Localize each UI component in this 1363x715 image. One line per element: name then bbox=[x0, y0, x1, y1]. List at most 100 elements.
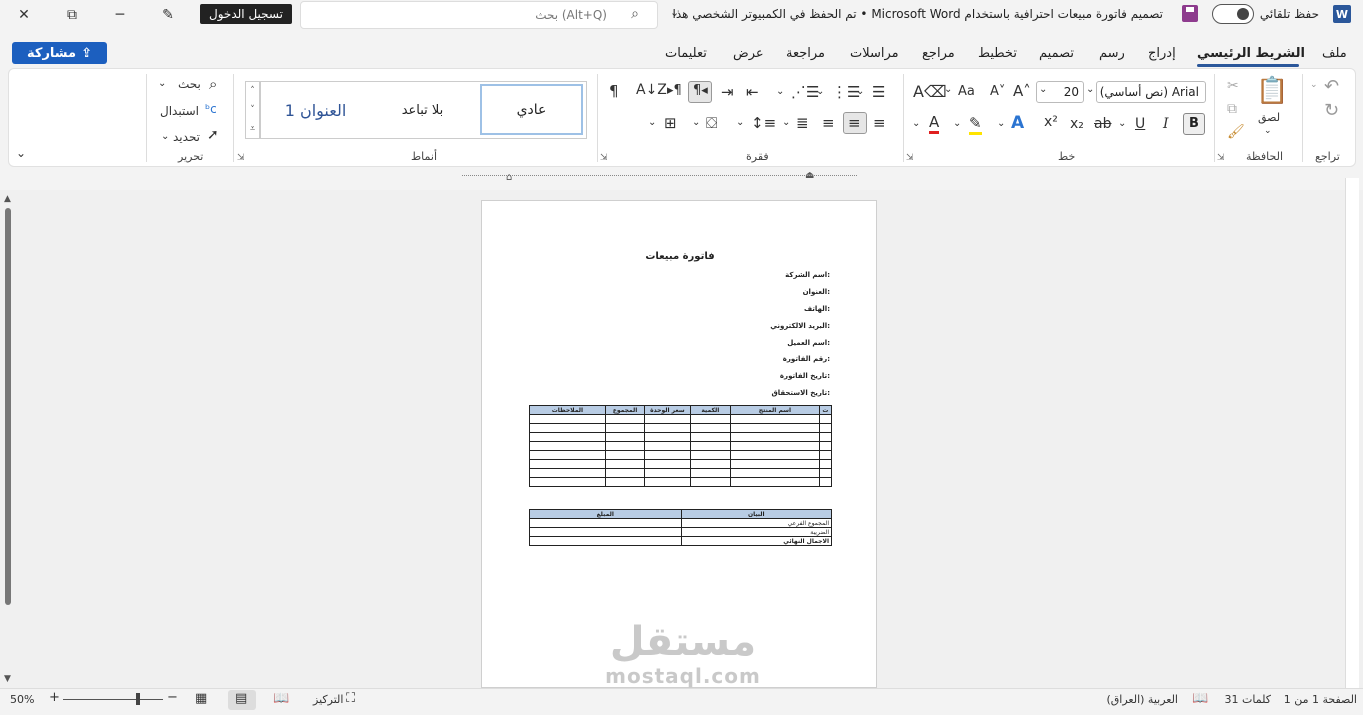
table-cell[interactable] bbox=[730, 423, 820, 433]
copy-icon[interactable]: ⧉ bbox=[1227, 101, 1237, 117]
underline-button[interactable]: U bbox=[1135, 116, 1145, 132]
focus-mode-button[interactable]: التركيز bbox=[313, 693, 343, 706]
table-cell[interactable] bbox=[730, 459, 820, 469]
summary-grand-total-value[interactable] bbox=[529, 536, 682, 546]
table-cell[interactable] bbox=[604, 477, 646, 487]
table-cell[interactable] bbox=[818, 414, 833, 424]
save-icon[interactable] bbox=[1182, 5, 1198, 22]
table-cell[interactable] bbox=[644, 432, 691, 442]
select-cursor-icon[interactable]: ➚ bbox=[207, 127, 219, 143]
ltr-direction-icon[interactable]: ▸¶ bbox=[667, 83, 682, 98]
show-formatting-icon[interactable]: ¶ bbox=[609, 82, 619, 100]
table-cell[interactable] bbox=[529, 450, 606, 460]
table-row[interactable] bbox=[529, 468, 833, 478]
tab-insert[interactable]: إدراج bbox=[1148, 46, 1176, 61]
share-button[interactable]: مشاركة ⇪ bbox=[12, 42, 107, 64]
tab-help[interactable]: تعليمات bbox=[665, 46, 707, 61]
tab-mailings[interactable]: مراسلات bbox=[850, 46, 899, 61]
table-cell[interactable] bbox=[604, 423, 646, 433]
chevron-down-icon[interactable]: ⌄ bbox=[997, 118, 1005, 129]
table-cell[interactable] bbox=[730, 468, 820, 478]
language-indicator[interactable]: العربية (العراق) bbox=[1106, 693, 1178, 706]
font-color-icon[interactable]: A bbox=[929, 113, 940, 134]
redo-icon[interactable]: ↻ bbox=[1324, 100, 1339, 121]
zoom-slider[interactable] bbox=[63, 699, 163, 700]
chevron-down-icon[interactable]: ˅ bbox=[246, 101, 259, 120]
select-button[interactable]: تحديد bbox=[173, 130, 200, 144]
table-row[interactable]: الاجمال النهائي bbox=[529, 536, 832, 546]
items-table-body[interactable] bbox=[529, 414, 833, 487]
font-name-combo[interactable]: Arial (نص أساسي) bbox=[1096, 81, 1206, 103]
proofing-icon[interactable]: 📖 bbox=[1192, 691, 1208, 706]
format-painter-icon[interactable]: 🖌 bbox=[1227, 124, 1245, 140]
chevron-down-icon[interactable]: ⌄ bbox=[953, 118, 961, 129]
table-cell[interactable] bbox=[529, 441, 606, 451]
pen-icon[interactable]: ✎ bbox=[156, 4, 180, 26]
scroll-up-icon[interactable]: ▲ bbox=[4, 194, 11, 204]
paste-label[interactable]: لصق bbox=[1258, 111, 1280, 124]
chevron-down-icon[interactable]: ⌄ bbox=[912, 118, 920, 129]
zoom-level[interactable]: 50% bbox=[10, 693, 34, 706]
chevron-up-icon[interactable]: ˄ bbox=[246, 82, 259, 101]
table-cell[interactable] bbox=[604, 432, 646, 442]
table-cell[interactable] bbox=[644, 468, 691, 478]
table-cell[interactable] bbox=[818, 468, 833, 478]
style-no-spacing[interactable]: بلا تباعد bbox=[370, 88, 475, 133]
table-row[interactable] bbox=[529, 423, 833, 433]
change-case-icon[interactable]: Aa bbox=[958, 84, 975, 99]
table-cell[interactable] bbox=[689, 468, 732, 478]
tab-draw[interactable]: رسم bbox=[1099, 46, 1125, 61]
chevron-down-icon[interactable]: ⌄ bbox=[1086, 84, 1094, 95]
chevron-down-icon[interactable]: ⌄ bbox=[161, 131, 169, 142]
chevron-down-icon[interactable]: ⌄ bbox=[1264, 126, 1272, 136]
increase-indent-icon[interactable]: ⇥ bbox=[721, 83, 734, 101]
table-cell[interactable] bbox=[604, 468, 646, 478]
tab-view[interactable]: عرض bbox=[733, 46, 764, 61]
paste-icon[interactable]: 📋 bbox=[1256, 76, 1288, 106]
sign-in-button[interactable]: تسجيل الدخول bbox=[200, 4, 292, 24]
bullets-icon[interactable]: ☰ bbox=[872, 83, 885, 101]
table-row[interactable] bbox=[529, 414, 833, 424]
vertical-scrollbar[interactable] bbox=[5, 208, 11, 605]
table-cell[interactable] bbox=[529, 414, 606, 424]
search-input[interactable]: بحث (Alt+Q) ⌕ bbox=[300, 1, 658, 29]
right-indent-marker-icon[interactable]: ⏏ bbox=[805, 170, 814, 181]
italic-button[interactable]: I bbox=[1163, 116, 1169, 132]
table-cell[interactable] bbox=[730, 477, 820, 487]
table-row[interactable] bbox=[529, 477, 833, 487]
table-cell[interactable] bbox=[730, 450, 820, 460]
clear-formatting-icon[interactable]: A⌫ bbox=[913, 82, 947, 101]
strikethrough-button[interactable]: ab bbox=[1094, 116, 1111, 132]
table-cell[interactable] bbox=[644, 414, 691, 424]
table-cell[interactable] bbox=[529, 468, 606, 478]
word-count[interactable]: 31 كلمات bbox=[1225, 693, 1271, 706]
table-row[interactable] bbox=[529, 450, 833, 460]
focus-icon[interactable]: ⛶ bbox=[346, 691, 355, 706]
decrease-indent-icon[interactable]: ⇤ bbox=[746, 83, 759, 101]
line-spacing-icon[interactable]: ↕≡ bbox=[751, 114, 776, 132]
grow-font-icon[interactable]: A˄ bbox=[1013, 82, 1031, 100]
scroll-down-icon[interactable]: ▼ bbox=[4, 674, 11, 684]
find-button[interactable]: بحث bbox=[178, 77, 201, 91]
table-row[interactable]: المجموع الفرعي bbox=[529, 518, 832, 528]
table-cell[interactable] bbox=[604, 441, 646, 451]
more-styles-icon[interactable]: ⩡ bbox=[246, 120, 259, 139]
find-icon[interactable]: ⌕ bbox=[209, 75, 217, 93]
align-left-icon[interactable]: ≡ bbox=[822, 114, 835, 132]
tab-home[interactable]: الشريط الرئيسي bbox=[1197, 46, 1305, 61]
chevron-down-icon[interactable]: ⌄ bbox=[648, 117, 656, 128]
table-cell[interactable] bbox=[730, 441, 820, 451]
table-cell[interactable] bbox=[818, 450, 833, 460]
multilevel-list-icon[interactable]: ⋰☰ bbox=[791, 83, 819, 101]
table-cell[interactable] bbox=[604, 414, 646, 424]
table-cell[interactable] bbox=[644, 450, 691, 460]
chevron-down-icon[interactable]: ⌄ bbox=[776, 86, 784, 97]
table-cell[interactable] bbox=[644, 441, 691, 451]
collapse-ribbon-icon[interactable]: ⌄ bbox=[16, 146, 26, 160]
chevron-down-icon[interactable]: ⌄ bbox=[782, 117, 790, 128]
table-cell[interactable] bbox=[644, 423, 691, 433]
table-row[interactable] bbox=[529, 432, 833, 442]
undo-icon[interactable]: ↶ bbox=[1324, 76, 1339, 97]
table-cell[interactable] bbox=[529, 477, 606, 487]
table-cell[interactable] bbox=[689, 423, 732, 433]
